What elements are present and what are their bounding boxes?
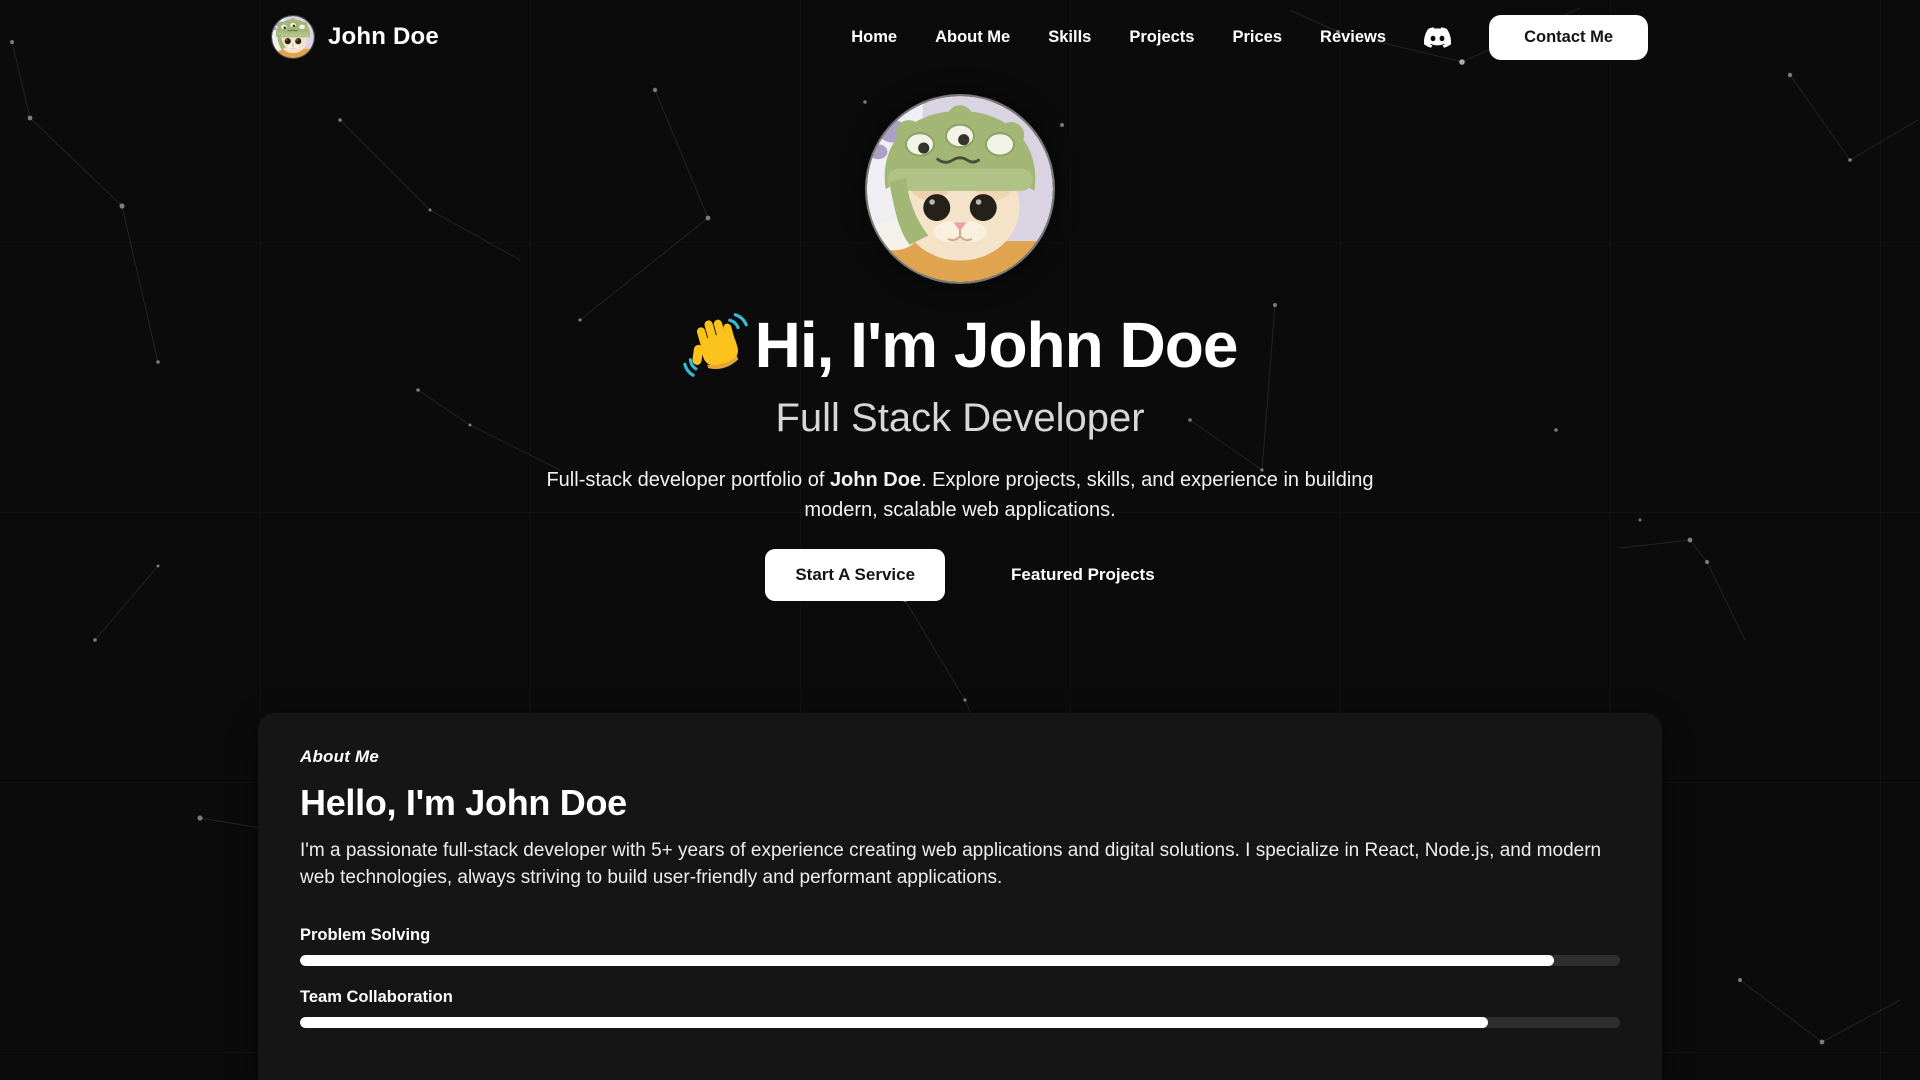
contact-me-button[interactable]: Contact Me: [1489, 15, 1648, 60]
brand-name: John Doe: [328, 23, 439, 51]
about-label: About Me: [300, 747, 1620, 767]
skill-problem-solving: Problem Solving: [300, 926, 1620, 966]
progress-track: [300, 955, 1620, 966]
skill-name: Problem Solving: [300, 926, 1620, 945]
navbar: John Doe Home About Me Skills Projects P…: [0, 0, 1920, 74]
nav-link-about-me[interactable]: About Me: [935, 28, 1010, 47]
discord-icon[interactable]: [1424, 24, 1451, 51]
waving-hand-icon: [683, 312, 749, 378]
hero-description: Full-stack developer portfolio of John D…: [508, 465, 1413, 525]
brand-cat-avatar-icon: [272, 16, 314, 58]
hero-section: Hi, I'm John Doe Full Stack Developer Fu…: [0, 74, 1920, 601]
progress-fill: [300, 955, 1554, 966]
hero-description-name: John Doe: [830, 469, 921, 491]
start-a-service-button[interactable]: Start A Service: [765, 549, 945, 601]
profile-avatar: [865, 94, 1055, 284]
nav-menu: Home About Me Skills Projects Prices Rev…: [851, 15, 1648, 60]
nav-link-home[interactable]: Home: [851, 28, 897, 47]
nav-link-projects[interactable]: Projects: [1129, 28, 1194, 47]
hero-heading: Hi, I'm John Doe: [683, 310, 1238, 380]
about-heading: Hello, I'm John Doe: [300, 782, 1620, 824]
hero-greeting-text: Hi, I'm John Doe: [755, 310, 1238, 380]
about-section-card: About Me Hello, I'm John Doe I'm a passi…: [258, 713, 1662, 1080]
skill-name: Team Collaboration: [300, 988, 1620, 1007]
hero-description-prefix: Full-stack developer portfolio of: [546, 469, 829, 491]
featured-projects-button[interactable]: Featured Projects: [1011, 565, 1155, 585]
nav-link-prices[interactable]: Prices: [1232, 28, 1282, 47]
hero-cta-row: Start A Service Featured Projects: [765, 549, 1154, 601]
skill-team-collaboration: Team Collaboration: [300, 988, 1620, 1028]
progress-track: [300, 1017, 1620, 1028]
hero-role: Full Stack Developer: [775, 396, 1144, 441]
nav-link-skills[interactable]: Skills: [1048, 28, 1091, 47]
nav-link-reviews[interactable]: Reviews: [1320, 28, 1386, 47]
about-paragraph: I'm a passionate full-stack developer wi…: [300, 838, 1620, 892]
progress-fill: [300, 1017, 1488, 1028]
brand-logo[interactable]: John Doe: [272, 16, 439, 58]
